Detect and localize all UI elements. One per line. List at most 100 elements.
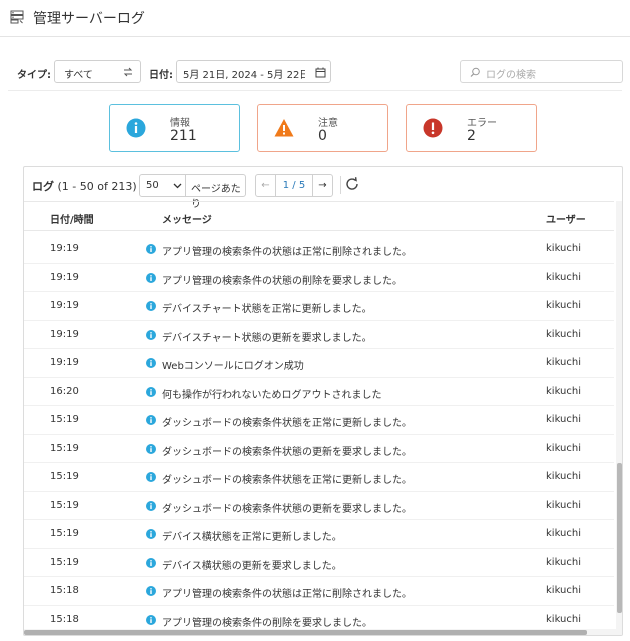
row-message: デバイス横状態の更新を要求しました。 [162, 560, 342, 572]
info-summary-card: 情報 211 [109, 104, 240, 152]
row-message: デバイス横状態を正常に更新しました。 [162, 532, 342, 543]
next-page-button[interactable]: → [312, 175, 332, 196]
row-time: 15:18 [50, 585, 79, 596]
row-time: 15:19 [50, 499, 79, 511]
date-range-picker[interactable]: 5月 21日, 2024 - 5月 22日,… [176, 60, 331, 83]
error-icon [423, 118, 443, 138]
warning-count: 0 [318, 128, 327, 144]
row-message: アプリ管理の検索条件の状態の削除を要求しました。 [162, 275, 402, 287]
column-header-user[interactable]: ユーザー [546, 211, 586, 226]
info-label: 情報 [170, 118, 190, 129]
per-page-select[interactable]: 50 ページあたり [139, 174, 246, 210]
type-select[interactable]: すべて [54, 60, 141, 83]
info-icon [146, 472, 156, 482]
log-range: (1 - 50 of 213) [57, 180, 137, 193]
row-time: 19:19 [50, 271, 79, 283]
table-row[interactable]: 19:19 デバイスチャート状態の更新を要求しました。 kikuchi [24, 321, 614, 349]
column-header-datetime[interactable]: 日付/時間 [50, 211, 94, 226]
type-filter-label: タイプ: [17, 70, 51, 81]
row-message: デバイスチャート状態を正常に更新しました。 [162, 304, 372, 315]
info-icon [146, 415, 156, 425]
table-row[interactable]: 15:19 デバイス横状態の更新を要求しました。 kikuchi [24, 549, 614, 577]
row-time: 15:19 [50, 528, 79, 539]
page-indicator: 1 / 5 [282, 180, 306, 191]
row-time: 15:19 [50, 442, 79, 454]
info-icon [146, 329, 156, 340]
table-row[interactable]: 15:19 ダッシュボードの検索条件状態を正常に更新しました。 kikuchi [24, 406, 614, 435]
info-icon [146, 244, 156, 254]
horizontal-scrollbar[interactable] [24, 629, 616, 635]
prev-page-button[interactable]: ← [256, 175, 276, 196]
info-icon [146, 586, 156, 596]
row-time: 15:19 [50, 414, 79, 425]
error-count: 2 [467, 128, 476, 144]
info-icon [146, 557, 156, 568]
row-user: kikuchi [546, 499, 582, 511]
info-icon [146, 301, 156, 311]
warning-icon [274, 119, 294, 137]
calendar-icon [315, 67, 326, 78]
row-message: 何も操作が行われないためログアウトされました [162, 389, 382, 401]
warning-summary-card: 注意 0 [257, 104, 388, 152]
table-row[interactable]: 15:19 ダッシュボードの検索条件状態の更新を要求しました。 kikuchi [24, 435, 614, 463]
chevron-down-icon [173, 183, 182, 189]
table-row[interactable]: 19:19 アプリ管理の検索条件の状態の削除を要求しました。 kikuchi [24, 264, 614, 292]
server-log-icon [10, 10, 24, 24]
page-header: 管理サーバーログ [0, 0, 630, 37]
table-row[interactable]: 19:19 デバイスチャート状態を正常に更新しました。 kikuchi [24, 292, 614, 321]
row-time: 19:19 [50, 357, 79, 368]
row-user: kikuchi [546, 328, 582, 340]
row-message: アプリ管理の検索条件の状態は正常に削除されました。 [162, 247, 412, 258]
search-icon [470, 67, 480, 77]
info-icon [126, 118, 146, 138]
table-row[interactable]: 15:19 ダッシュボードの検索条件状態を正常に更新しました。 kikuchi [24, 463, 614, 492]
row-user: kikuchi [546, 357, 582, 368]
date-filter-label: 日付: [149, 70, 173, 81]
row-user: kikuchi [546, 471, 582, 482]
table-row[interactable]: 15:19 デバイス横状態を正常に更新しました。 kikuchi [24, 520, 614, 549]
error-summary-card: エラー 2 [406, 104, 537, 152]
row-message: Webコンソールにログオン成功 [162, 361, 304, 372]
info-icon [146, 272, 156, 283]
table-row[interactable]: 19:19 アプリ管理の検索条件の状態は正常に削除されました。 kikuchi [24, 235, 614, 264]
divider [185, 175, 186, 196]
scrollbar-thumb[interactable] [24, 630, 587, 635]
scrollbar-thumb[interactable] [617, 463, 622, 613]
per-page-value: 50 [146, 180, 159, 191]
row-user: kikuchi [546, 243, 582, 254]
search-placeholder: ログの検索 [486, 70, 536, 81]
row-time: 15:19 [50, 471, 79, 482]
row-user: kikuchi [546, 385, 582, 397]
row-message: ダッシュボードの検索条件状態の更新を要求しました。 [162, 446, 412, 458]
log-panel: ログ (1 - 50 of 213) 50 ページあたり ← 1 / 5 → 日… [23, 166, 623, 636]
warning-label: 注意 [318, 118, 338, 129]
row-user: kikuchi [546, 556, 582, 568]
log-title: ログ (1 - 50 of 213) [32, 178, 137, 194]
table-row[interactable]: 19:19 Webコンソールにログオン成功 kikuchi [24, 349, 614, 378]
row-user: kikuchi [546, 442, 582, 454]
refresh-icon[interactable] [344, 176, 360, 192]
log-table-body: 19:19 アプリ管理の検索条件の状態は正常に削除されました。 kikuchi 19:… [24, 235, 614, 634]
column-header-message[interactable]: メッセージ [162, 211, 212, 226]
row-time: 15:18 [50, 613, 79, 625]
divider [8, 90, 622, 91]
row-message: アプリ管理の検索条件の削除を要求しました。 [162, 617, 372, 629]
table-row[interactable]: 15:19 ダッシュボードの検索条件状態の更新を要求しました。 kikuchi [24, 492, 614, 520]
info-icon [146, 529, 156, 539]
row-message: アプリ管理の検索条件の状態は正常に削除されました。 [162, 589, 412, 600]
row-message: ダッシュボードの検索条件状態を正常に更新しました。 [162, 475, 412, 486]
row-user: kikuchi [546, 585, 582, 596]
log-search-input[interactable]: ログの検索 [460, 60, 623, 83]
info-icon [146, 443, 156, 454]
type-select-value: すべて [64, 70, 93, 81]
vertical-scrollbar[interactable] [616, 201, 622, 635]
table-row[interactable]: 15:18 アプリ管理の検索条件の状態は正常に削除されました。 kikuchi [24, 577, 614, 606]
page-title: 管理サーバーログ [33, 11, 145, 27]
info-icon [146, 614, 156, 625]
row-user: kikuchi [546, 528, 582, 539]
log-title-label: ログ [32, 180, 54, 193]
row-time: 16:20 [50, 385, 79, 397]
table-row[interactable]: 16:20 何も操作が行われないためログアウトされました kikuchi [24, 378, 614, 406]
divider [340, 176, 341, 194]
row-message: ダッシュボードの検索条件状態の更新を要求しました。 [162, 503, 412, 515]
